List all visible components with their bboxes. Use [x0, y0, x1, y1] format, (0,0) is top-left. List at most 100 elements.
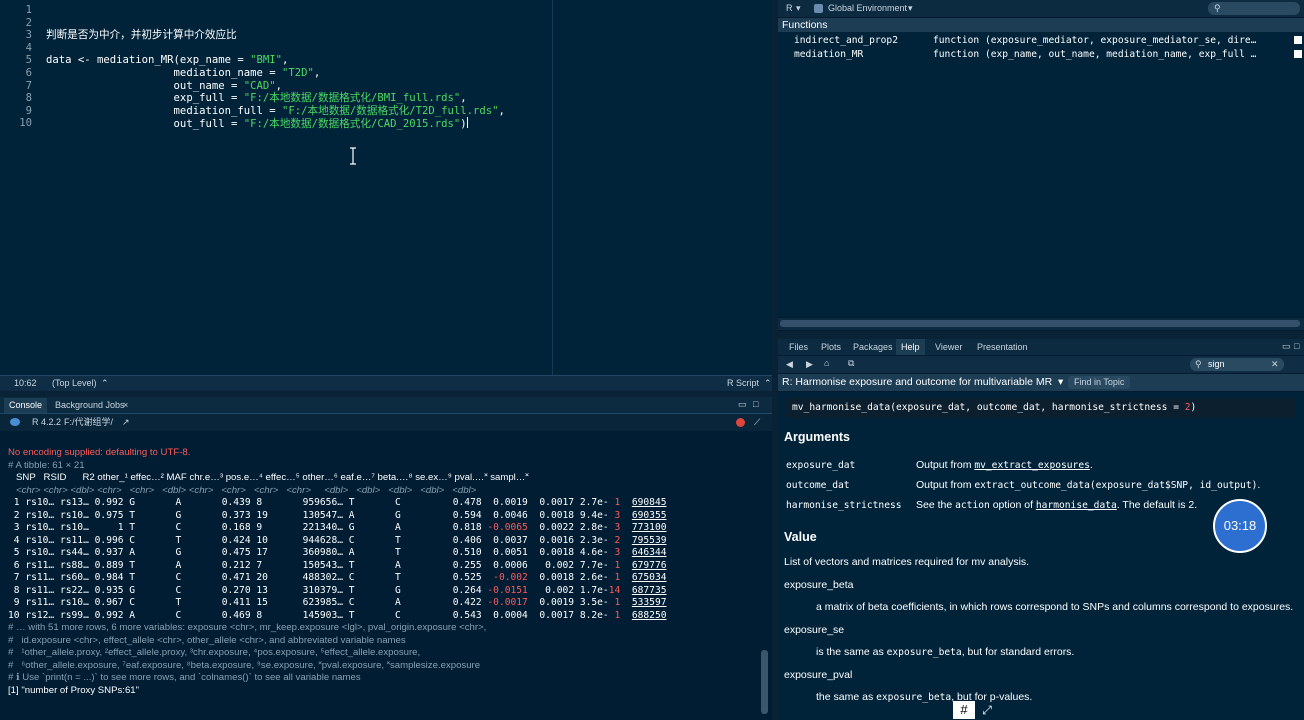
- code-line[interactable]: 5 data <- mediation_MR(exp_name = "BMI",: [0, 54, 772, 67]
- beta-value: 0.0004: [487, 609, 528, 621]
- text-caret: [466, 117, 468, 129]
- pane-splitter[interactable]: [778, 331, 1304, 339]
- line-number: 8: [25, 92, 32, 105]
- more-rows-note: # ¹other_allele.proxy, ²effect_allele.pr…: [8, 647, 421, 658]
- minimize-icon[interactable]: ▭: [1282, 341, 1291, 352]
- line-number: 5: [25, 54, 32, 67]
- view-icon[interactable]: [1294, 50, 1302, 58]
- cursor-position: 10:62: [14, 378, 37, 388]
- beta-value: -0.0151: [487, 584, 528, 596]
- env-item-value: function (exposure_mediator, exposure_me…: [933, 35, 1257, 46]
- value-item-name: exposure_pval: [784, 669, 853, 681]
- recording-timer-badge: 03:18: [1213, 499, 1267, 553]
- samplesize-value: 646344: [631, 547, 667, 558]
- home-icon[interactable]: ⌂: [824, 358, 829, 368]
- tab-packages[interactable]: Packages: [848, 339, 898, 355]
- share-arrow-icon[interactable]: ↗: [122, 414, 130, 431]
- table-row: 5 rs10… rs44… 0.937 A G 0.475 17 360980……: [8, 547, 667, 558]
- maximize-icon[interactable]: □: [753, 399, 758, 409]
- stop-icon[interactable]: [736, 418, 745, 427]
- more-rows-note: # id.exposure <chr>, effect_allele <chr>…: [8, 634, 406, 646]
- env-item[interactable]: indirect_and_prop2 function (exposure_med…: [778, 34, 1304, 47]
- help-content[interactable]: mv_harmonise_data(exposure_dat, outcome_…: [778, 392, 1304, 720]
- view-icon[interactable]: [1294, 36, 1302, 44]
- table-header: SNP RSID R2 other_¹ effec…² MAF chr.e…³ …: [8, 472, 529, 483]
- broom-icon[interactable]: ⟋: [754, 414, 760, 431]
- beta-value: 0.0051: [487, 547, 528, 558]
- close-icon[interactable]: ×: [123, 400, 128, 410]
- hash-icon[interactable]: #: [953, 701, 975, 719]
- tab-viewer[interactable]: Viewer: [930, 339, 967, 355]
- code-line[interactable]: 3 判断是否为中介，并初步计算中介效应比: [0, 29, 772, 42]
- beta-value: 0.0019: [487, 497, 528, 508]
- env-item[interactable]: mediation_MR function (exp_name, out_name…: [778, 48, 1304, 61]
- more-rows-note: # … with 51 more rows, 6 more variables:…: [8, 622, 487, 633]
- console-result: [1] "number of Proxy SNPs:61": [8, 684, 140, 696]
- value-heading: Value: [784, 530, 817, 544]
- tab-plots[interactable]: Plots: [816, 339, 846, 355]
- argument-link[interactable]: harmonise_data: [1036, 500, 1117, 511]
- code-line[interactable]: 7 out_name = "CAD",: [0, 80, 772, 93]
- environment-toolbar: R ▾ Global Environment ▾ ⚲: [778, 0, 1304, 17]
- editor-status-bar: 10:62 (Top Level) ⌃ R Script ⌃: [0, 375, 772, 391]
- string-literal: "CAD": [243, 79, 276, 92]
- clear-search-icon[interactable]: ✕: [1271, 359, 1279, 370]
- open-window-icon[interactable]: ⧉: [848, 358, 854, 369]
- environment-selector[interactable]: Global Environment: [828, 0, 907, 17]
- code-line[interactable]: 2: [0, 17, 772, 30]
- table-row: 1 rs10… rs13… 0.992 G A 0.439 8 959656… …: [8, 497, 667, 508]
- console-output[interactable]: No encoding supplied: defaulting to UTF-…: [0, 431, 772, 720]
- tab-background-jobs[interactable]: Background Jobs: [50, 398, 130, 413]
- minimize-icon[interactable]: ▭: [738, 399, 747, 410]
- language-selector[interactable]: R: [786, 0, 793, 17]
- usage-signature: mv_harmonise_data(exposure_dat, outcome_…: [786, 398, 1296, 418]
- search-icon: ⚲: [1195, 359, 1202, 369]
- pval-exponent: 14: [608, 584, 621, 596]
- environment-list[interactable]: indirect_and_prop2 function (exposure_med…: [778, 32, 1304, 317]
- environment-icon: [814, 4, 823, 13]
- line-number: 3: [25, 29, 32, 42]
- console-tabbar: Console Background Jobs × ▭ □: [0, 397, 772, 414]
- argument-name: harmonise_strictness: [786, 500, 902, 511]
- samplesize-value: 687735: [631, 584, 667, 596]
- environment-search-input[interactable]: [1208, 2, 1300, 15]
- scope-selector[interactable]: (Top Level): [52, 376, 97, 391]
- value-item-description: is the same as exposure_beta, but for st…: [816, 646, 1075, 658]
- code-text: exp_full = "F:/本地数据/数据格式化/BMI_full.rds",: [46, 92, 467, 105]
- argument-code: extract_outcome_data(exposure_dat$SNP, i…: [974, 480, 1258, 491]
- code-line[interactable]: 9 mediation_full = "F:/本地数据/数据格式化/T2D_fu…: [0, 105, 772, 118]
- code-line[interactable]: 1: [0, 4, 772, 17]
- console-scrollbar[interactable]: [761, 650, 768, 714]
- source-editor[interactable]: 1 2 3 判断是否为中介，并初步计算中介效应比 4 5 data <- mediation…: [0, 0, 772, 375]
- table-row: 6 rs11… rs88… 0.889 T A 0.212 7 150543… …: [8, 559, 667, 571]
- env-item-name: mediation_MR: [794, 49, 864, 60]
- forward-arrow-icon[interactable]: ▶: [806, 359, 813, 370]
- tab-files[interactable]: Files: [784, 339, 813, 355]
- tab-help[interactable]: Help: [896, 339, 925, 355]
- back-arrow-icon[interactable]: ◀: [786, 359, 793, 370]
- inline-code: exposure_beta: [886, 647, 962, 658]
- chevron-icon: ⌃: [764, 378, 772, 388]
- code-text: out_name = "CAD",: [46, 79, 282, 92]
- chevron-down-icon[interactable]: ▾: [1058, 374, 1063, 391]
- code-line[interactable]: 8 exp_full = "F:/本地数据/数据格式化/BMI_full.rds…: [0, 92, 772, 105]
- code-line[interactable]: 6 mediation_name = "T2D",: [0, 67, 772, 80]
- code-text: 判断是否为中介，并初步计算中介效应比: [46, 29, 237, 42]
- help-search-input[interactable]: sign: [1190, 358, 1284, 371]
- pval-exponent: 1: [608, 572, 621, 583]
- find-in-topic-input[interactable]: Find in Topic: [1068, 376, 1131, 389]
- filetype-selector[interactable]: R Script: [727, 376, 759, 391]
- string-literal: "F:/本地数据/数据格式化/BMI_full.rds": [243, 92, 461, 105]
- tab-presentation[interactable]: Presentation: [972, 339, 1033, 355]
- scrollbar-thumb[interactable]: [780, 320, 1300, 327]
- environment-scrollbar[interactable]: [778, 318, 1304, 330]
- samplesize-value: 675034: [631, 572, 667, 583]
- code-line[interactable]: 4: [0, 42, 772, 55]
- chevron-down-icon: ▾: [796, 3, 801, 13]
- code-line[interactable]: 10 out_full = "F:/本地数据/数据格式化/CAD_2015.rd…: [0, 117, 772, 130]
- expand-icon[interactable]: ⤢: [979, 701, 995, 719]
- tab-console[interactable]: Console: [4, 398, 48, 413]
- maximize-icon[interactable]: □: [1294, 341, 1299, 351]
- line-number: 10: [19, 117, 32, 130]
- argument-code[interactable]: mv_extract_exposures: [974, 460, 1090, 471]
